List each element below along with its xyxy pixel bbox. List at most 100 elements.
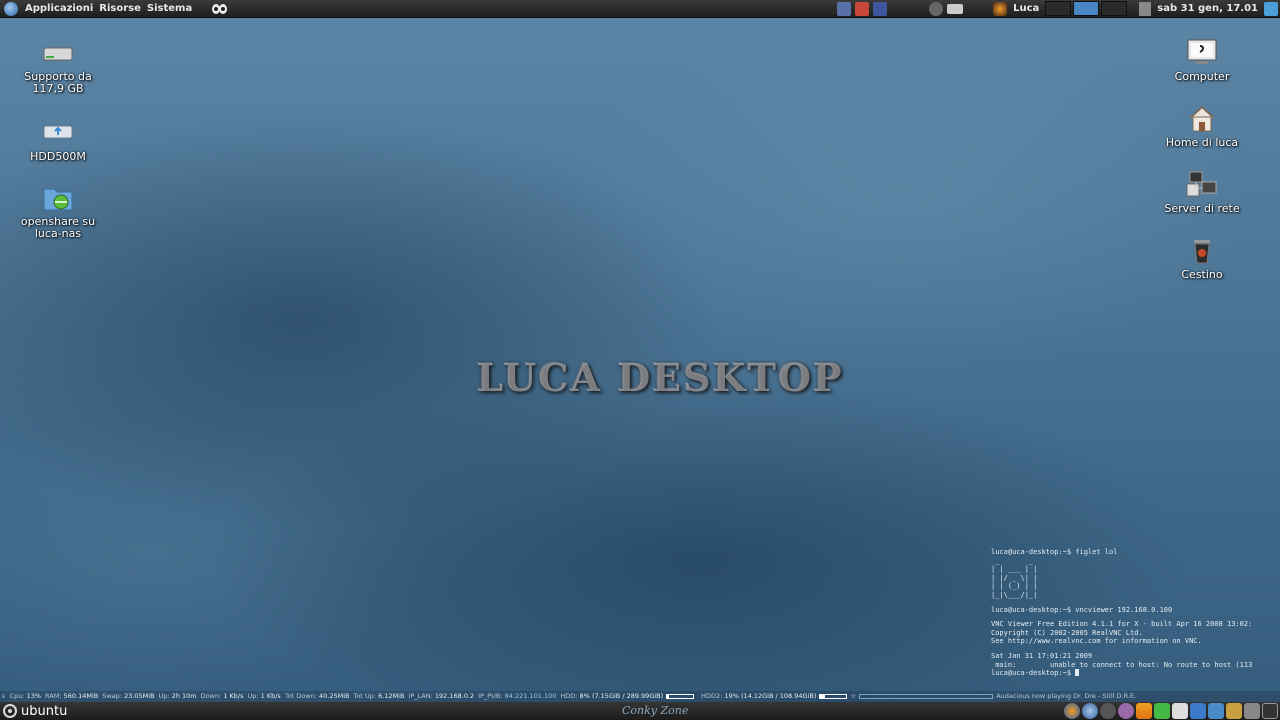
total-down-label: Tot Down:	[284, 692, 317, 700]
terminal-app-icon[interactable]	[1262, 703, 1278, 719]
headset-app-icon[interactable]	[1100, 703, 1116, 719]
desktop-icon-label: Computer	[1174, 70, 1230, 83]
thunderbird-icon[interactable]	[1082, 703, 1098, 719]
terminal-overlay[interactable]: luca@uca-desktop:~$ figlet lol _ _ | | __…	[991, 548, 1280, 690]
upload-value: 1 Kb/s	[260, 692, 281, 700]
upload-label: Up:	[247, 692, 259, 700]
workspace-1[interactable]	[1045, 1, 1072, 16]
menu-applicazioni[interactable]: Applicazioni	[22, 3, 96, 14]
terminal-line: | | ___ | |	[991, 565, 1038, 574]
menu-risorse[interactable]: Risorse	[96, 3, 144, 14]
hdd2-usage-bar	[819, 694, 848, 699]
swap-value: 23.05MiB	[124, 692, 155, 700]
cpu-value: 13%	[26, 692, 42, 700]
network-folder-icon	[42, 183, 74, 213]
ubuntu-menu-button[interactable]: ubuntu	[0, 704, 67, 719]
home-icon	[1186, 104, 1218, 134]
terminal-line: | | (_) | |	[991, 582, 1038, 591]
hdd-usage-bar	[666, 694, 695, 699]
now-playing: Audacious now playing Dr. Dre - Still D.…	[996, 692, 1137, 700]
desktop-icon-computer[interactable]: Computer	[1154, 38, 1250, 83]
desktop-icon-drive[interactable]: Supporto da 117,9 GB	[10, 38, 106, 95]
desktop-icon-openshare[interactable]: openshare su luca-nas	[10, 183, 106, 240]
ram-label: RAM:	[45, 692, 62, 700]
documents-icon[interactable]	[1208, 703, 1224, 719]
user-avatar-icon[interactable]	[993, 1, 1008, 16]
hdd2-detail: (14.12GiB / 108.94GiB)	[741, 692, 817, 700]
terminal-line: luca@uca-desktop:~$ vncviewer 192.168.0.…	[991, 605, 1173, 614]
firefox-icon[interactable]	[1064, 703, 1080, 719]
menu-sistema[interactable]: Sistema	[144, 3, 195, 14]
hdd-detail: (7.15GiB / 289.99GiB)	[591, 692, 664, 700]
desktop-icon-hdd500m[interactable]: HDD500M	[10, 118, 106, 163]
ip-lan-value: 192.168.0.2	[434, 692, 475, 700]
hdd2-value: 19%	[724, 692, 739, 700]
clock[interactable]: sab 31 gen, 17.01	[1157, 3, 1258, 14]
terminal-line: _ _	[991, 556, 1034, 565]
workspace-switcher[interactable]	[1045, 1, 1128, 16]
terminal-line: main: unable to connect to host: No rout…	[991, 660, 1253, 669]
desktop-icon-network-server[interactable]: Server di rete	[1154, 170, 1250, 215]
desktop-icon-label: HDD500M	[30, 150, 86, 163]
kplay-icon[interactable]	[873, 1, 888, 16]
hdd-value: 8%	[579, 692, 590, 700]
conky-logo-icon: ε	[2, 692, 6, 700]
desktop-icon-label: Supporto da 117,9 GB	[24, 70, 92, 95]
wireless-icon[interactable]	[1190, 703, 1206, 719]
ip-lan-label: IP_LAN:	[408, 692, 433, 700]
total-down-value: 40.25MiB	[318, 692, 350, 700]
workspace-2[interactable]	[1073, 1, 1100, 16]
usb-drive-icon	[42, 118, 74, 148]
terminal-line: luca@uca-desktop:~$ figlet lol	[991, 548, 1118, 556]
drive-icon	[42, 38, 74, 68]
computer-icon	[1186, 38, 1218, 68]
terminal-line: luca@uca-desktop:~$	[991, 669, 1280, 678]
gem-app-icon[interactable]	[1154, 703, 1170, 719]
network-monitor-icon[interactable]	[837, 1, 852, 16]
terminal-line: Copyright (C) 2002-2005 RealVNC Ltd.	[991, 628, 1143, 637]
ubuntu-logo-icon	[3, 704, 17, 718]
terminal-line: VNC Viewer Free Edition 4.1.1 for X - bu…	[991, 620, 1253, 629]
uptime-value: 2h 10m	[171, 692, 197, 700]
workspace-3[interactable]	[1101, 1, 1128, 16]
terminal-line: Sat Jan 31 17:01:21 2009	[991, 651, 1093, 660]
desktop-icon-trash[interactable]: Cestino	[1154, 236, 1250, 281]
battery-plug-icon[interactable]	[947, 3, 964, 14]
user-switcher-label[interactable]: Luca	[1013, 3, 1039, 14]
desktop-icon-label: Home di luca	[1165, 136, 1239, 149]
terminal-line: | |/ _ \| |	[991, 573, 1038, 582]
music-progress-bar	[859, 694, 994, 699]
trash-icon	[1186, 236, 1218, 266]
star-icon: ☆	[850, 692, 857, 700]
bottom-panel: ubuntu Conky Zone	[0, 702, 1280, 720]
cpu-label: Cpu:	[9, 692, 25, 700]
desktop-icon-label: Cestino	[1181, 268, 1223, 281]
desktop-icon-label: Server di rete	[1164, 202, 1240, 215]
ram-value: 560.14MiB	[63, 692, 99, 700]
terminal-line: See http://www.realvnc.com for informati…	[991, 637, 1202, 646]
desktop-icon-label: openshare su luca-nas	[20, 215, 96, 240]
hdd-label: HDD:	[560, 692, 578, 700]
swap-label: Swap:	[102, 692, 122, 700]
conky-status-bar: ε Cpu: 13% RAM: 560.14MiB Swap: 23.05MiB…	[0, 691, 1280, 702]
ubuntu-label: ubuntu	[21, 703, 68, 719]
vlc-icon[interactable]	[1136, 703, 1152, 719]
terminal-cursor	[1075, 669, 1080, 677]
total-up-label: Tot Up:	[353, 692, 376, 700]
ubuntu-menu-icon[interactable]	[4, 1, 18, 16]
headset-icon[interactable]	[929, 1, 944, 16]
desktop-wallpaper-logo: LUCA DESKTOP	[476, 354, 844, 400]
screenshot-tool-icon[interactable]	[855, 1, 870, 16]
desktop-icon-home[interactable]: Home di luca	[1154, 104, 1250, 149]
pidgin-app-icon[interactable]	[1118, 703, 1134, 719]
update-notifier-icon[interactable]	[1264, 1, 1278, 16]
terminal-line: |_|\___/|_|	[991, 590, 1038, 599]
gimp-icon[interactable]	[1226, 703, 1242, 719]
download-label: Down:	[200, 692, 222, 700]
ip-pub-value: 84.221.101.100	[504, 692, 557, 700]
volume-icon[interactable]	[1139, 1, 1152, 16]
tools-icon[interactable]	[1244, 703, 1260, 719]
mail-icon[interactable]	[1172, 703, 1188, 719]
bottom-launchers	[1064, 703, 1278, 719]
pidgin-launcher-icon[interactable]	[211, 2, 229, 16]
